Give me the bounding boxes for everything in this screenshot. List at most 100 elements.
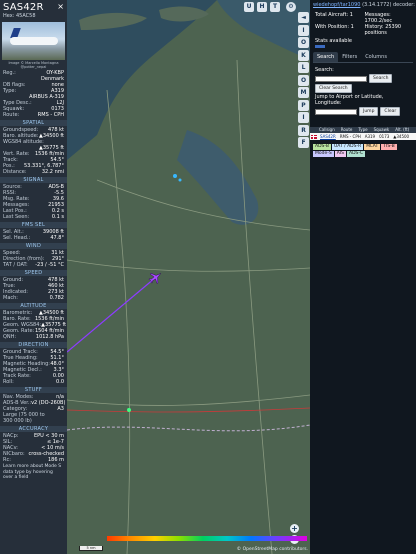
registration-value: RMS - CPH — [37, 112, 64, 118]
aircraft-photo[interactable] — [2, 22, 65, 60]
registration-rows: Reg.: OY-KBP Denmark DB flags: none Type: A319… — [0, 70, 67, 118]
fms-rows: Sel. Alt.: 39008 ft Sel. Head.: 47.8° — [0, 229, 67, 241]
direction-row: Roll: 0.0 — [0, 379, 67, 385]
jump-input[interactable] — [315, 108, 357, 115]
row-route: RMS - CPH — [339, 134, 361, 139]
spatial-label: WGS84 altitude: — [3, 139, 44, 145]
altitude-label: QNH: — [3, 334, 17, 340]
legend-item: AIS — [334, 151, 347, 157]
toolbar-button[interactable]: ◄ — [298, 12, 309, 23]
zoom-in-button[interactable]: + — [290, 524, 299, 533]
toolbar-button[interactable]: F — [298, 137, 309, 148]
toolbar-button[interactable]: M — [298, 87, 309, 98]
station-marker[interactable] — [127, 408, 131, 412]
legend-item: Mode-S — [313, 151, 334, 157]
footer-note: Learn more about Mode S data type by hov… — [3, 464, 62, 480]
aircraft-info-panel: SAS42R Hex: 45AC58 × Image © Marcello Mo… — [0, 0, 67, 554]
toolbar-button[interactable]: P — [298, 99, 309, 111]
accuracy-value: 186 m — [47, 457, 64, 463]
with-position: With Position: 1 — [315, 24, 354, 30]
legend-item: ADS-B — [313, 144, 331, 150]
spatial-rows: Groundspeed: 478 kt Baro. altitude: ▲34500 … — [0, 127, 67, 175]
tab-filters[interactable]: Filters — [338, 52, 361, 62]
legend-item: TIS-B — [381, 144, 397, 150]
map-button-h[interactable]: H — [257, 2, 267, 12]
search-input[interactable] — [315, 75, 367, 82]
map-button-t[interactable]: T — [270, 2, 280, 12]
stuff-row: 300 000 lb) — [0, 418, 67, 424]
station-marker[interactable] — [178, 178, 182, 182]
section-spatial[interactable]: SPATIAL — [0, 120, 67, 126]
altitude-row: QNH: 1012.8 hPa — [0, 334, 67, 340]
speed-rows: Ground: 478 kt True: 460 kt Indicated: 273 kt… — [0, 277, 67, 301]
stats-indicator — [315, 45, 325, 48]
toolbar-button[interactable]: O — [298, 74, 309, 86]
section-stuff[interactable]: STUFF — [0, 387, 67, 393]
fms-label: Sel. Head.: — [3, 235, 31, 241]
close-icon[interactable]: × — [57, 2, 64, 11]
registration-label: Reg.: — [3, 70, 16, 76]
toolbar-button[interactable]: L — [298, 62, 309, 73]
accuracy-label: Rc: — [3, 457, 11, 463]
callsign: SAS42R — [3, 2, 44, 13]
toolbar-button[interactable]: R — [298, 124, 309, 136]
section-altitude[interactable]: ALTITUDE — [0, 303, 67, 309]
speed-value: 0.782 — [49, 295, 64, 301]
gear-icon[interactable]: ⚙ — [286, 2, 296, 12]
spatial-value: 32.2 nmi — [41, 169, 64, 175]
toolbar-button[interactable]: I — [298, 112, 309, 123]
photo-credit: Image © Marcello Montagna @potter_nepal — [8, 61, 59, 69]
photo-plane — [10, 37, 58, 45]
stats-available[interactable]: Stats available — [310, 38, 416, 44]
station-marker[interactable] — [173, 174, 177, 178]
legend-item: UAT / ADS-R — [331, 144, 364, 150]
spatial-label: Distance: — [3, 169, 27, 175]
search-button[interactable]: Search — [369, 74, 393, 83]
section-fms[interactable]: FMS SEL — [0, 222, 67, 228]
direction-rows: Ground Track: 54.5° True Heading: 51.1° Magn… — [0, 349, 67, 385]
toolbar-button[interactable]: O — [298, 37, 309, 48]
version-link[interactable]: wiedehopf/tar1090 — [313, 2, 360, 8]
map-canvas — [67, 0, 310, 554]
search-section: Search: Search Clear Search Jump to Airp… — [310, 63, 416, 121]
vertical-toolbar: ◄ I O K L O M P I R F — [298, 12, 310, 150]
accuracy-rows: NACp: EPU < 30 m SIL: ≤ 1e-7 NACv: < 10 m/s NI… — [0, 433, 67, 463]
clear-jump-button[interactable]: Clear — [380, 107, 401, 116]
denmark-flag-icon — [311, 134, 317, 139]
source-legend: ADS-B UAT / ADS-R MLAT TIS-B Mode-S AIS ADS-C — [310, 140, 416, 161]
row-squawk: 0173 — [379, 134, 390, 139]
map-view[interactable]: U H T ⚙ + − 5 nm © OpenStreetMap contrib… — [67, 0, 310, 554]
wind-value: -23 / -51 °C — [35, 262, 64, 268]
map-scale: 5 nm — [79, 546, 103, 551]
section-speed[interactable]: SPEED — [0, 270, 67, 276]
speed-label: Mach: — [3, 295, 18, 301]
section-accuracy[interactable]: ACCURACY — [0, 426, 67, 432]
altitude-value: 1012.8 hPa — [35, 334, 64, 340]
hex-code: Hex: 45AC58 — [3, 13, 36, 19]
toolbar-button[interactable]: K — [298, 49, 309, 61]
map-button-u[interactable]: U — [244, 2, 254, 12]
registration-label: Type: — [3, 88, 17, 94]
table-row[interactable]: SAS42R RMS - CPH A319 0173 ▲34500 — [310, 133, 416, 140]
wind-row: TAT / OAT: -23 / -51 °C — [0, 262, 67, 268]
section-signal[interactable]: SIGNAL — [0, 177, 67, 183]
altitude-rows: Barometric: ▲34500 ft Baro. Rate: 1536 ft/m… — [0, 310, 67, 340]
spatial-row: Distance: 32.2 nmi — [0, 169, 67, 175]
stuff-value: A3 — [57, 406, 64, 412]
section-wind[interactable]: WIND — [0, 243, 67, 249]
section-direction[interactable]: DIRECTION — [0, 342, 67, 348]
tab-search[interactable]: Search — [313, 52, 339, 62]
toolbar-button[interactable]: I — [298, 24, 309, 36]
stuff-label: 300 000 lb) — [3, 418, 32, 424]
row-type: A319 — [364, 134, 376, 139]
osm-credit[interactable]: © OpenStreetMap contributors. — [237, 547, 308, 552]
registration-row: Route: RMS - CPH — [0, 112, 67, 118]
version-line: wiedehopf/tar1090 (3.14.1772) decoder: r… — [310, 0, 416, 10]
legend-item: ADS-C — [347, 151, 366, 157]
signal-label: Last Seen: — [3, 214, 30, 220]
version-text: (3.14.1772) decoder: — [362, 2, 415, 8]
tab-columns[interactable]: Columns — [361, 52, 391, 62]
clear-search-button[interactable]: Clear Search — [315, 84, 352, 93]
app-root: SAS42R Hex: 45AC58 × Image © Marcello Mo… — [0, 0, 416, 554]
jump-button[interactable]: Jump — [359, 107, 379, 116]
